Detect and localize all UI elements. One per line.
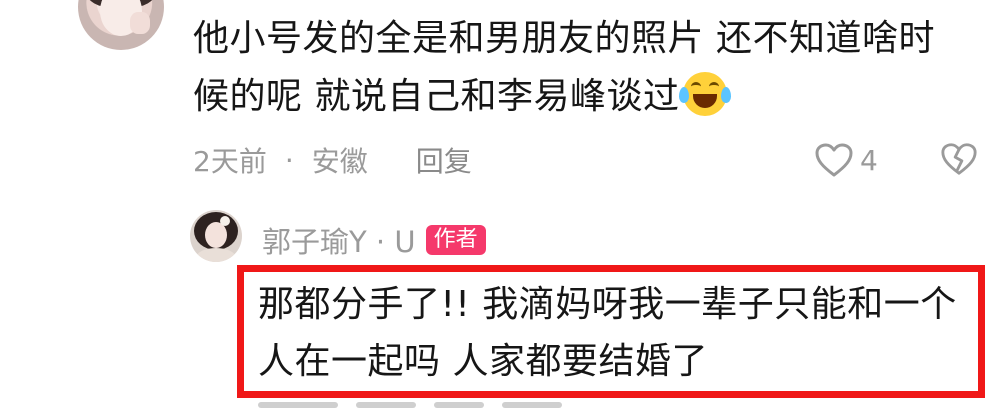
laughing-crying-emoji-icon bbox=[679, 72, 732, 116]
reply-button[interactable]: 回复 bbox=[416, 140, 472, 180]
meta-separator: · bbox=[284, 143, 294, 177]
reply-body: 那都分手了!! 我滴妈呀我一辈子只能和一个 人在一起吗 人家都要结婚了 bbox=[258, 276, 978, 390]
broken-heart-icon[interactable] bbox=[940, 141, 978, 177]
cutoff-next-row bbox=[258, 402, 958, 415]
like-count: 4 bbox=[860, 143, 878, 177]
heart-icon bbox=[815, 143, 853, 177]
comment-location: 安徽 bbox=[311, 145, 368, 178]
comment-line-2: 候的呢 就说自己和李易峰谈过 bbox=[193, 68, 983, 126]
author-badge: 作者 bbox=[425, 225, 486, 255]
author-avatar[interactable] bbox=[190, 210, 242, 262]
commenter-avatar[interactable] bbox=[78, 0, 164, 50]
author-name[interactable]: 郭子瑜Y · U bbox=[262, 219, 416, 261]
comment-body: 他小号发的全是和男朋友的照片 还不知道啥时 候的呢 就说自己和李易峰谈过 bbox=[193, 10, 983, 126]
comment-line-2-text: 候的呢 就说自己和李易峰谈过 bbox=[193, 76, 680, 117]
reply-line-2: 人在一起吗 人家都要结婚了 bbox=[258, 341, 708, 382]
comment-thread: 他小号发的全是和男朋友的照片 还不知道啥时 候的呢 就说自己和李易峰谈过 2天前… bbox=[0, 0, 1003, 415]
reply-line-1: 那都分手了!! 我滴妈呀我一辈子只能和一个 bbox=[258, 284, 957, 325]
comment-meta: 2天前 · 安徽 回复 bbox=[193, 140, 472, 180]
author-header: 郭子瑜Y · U 作者 bbox=[262, 220, 486, 260]
like-button[interactable]: 4 bbox=[814, 140, 878, 180]
comment-line-1: 他小号发的全是和男朋友的照片 还不知道啥时 bbox=[193, 18, 935, 59]
comment-time: 2天前 bbox=[193, 145, 267, 178]
